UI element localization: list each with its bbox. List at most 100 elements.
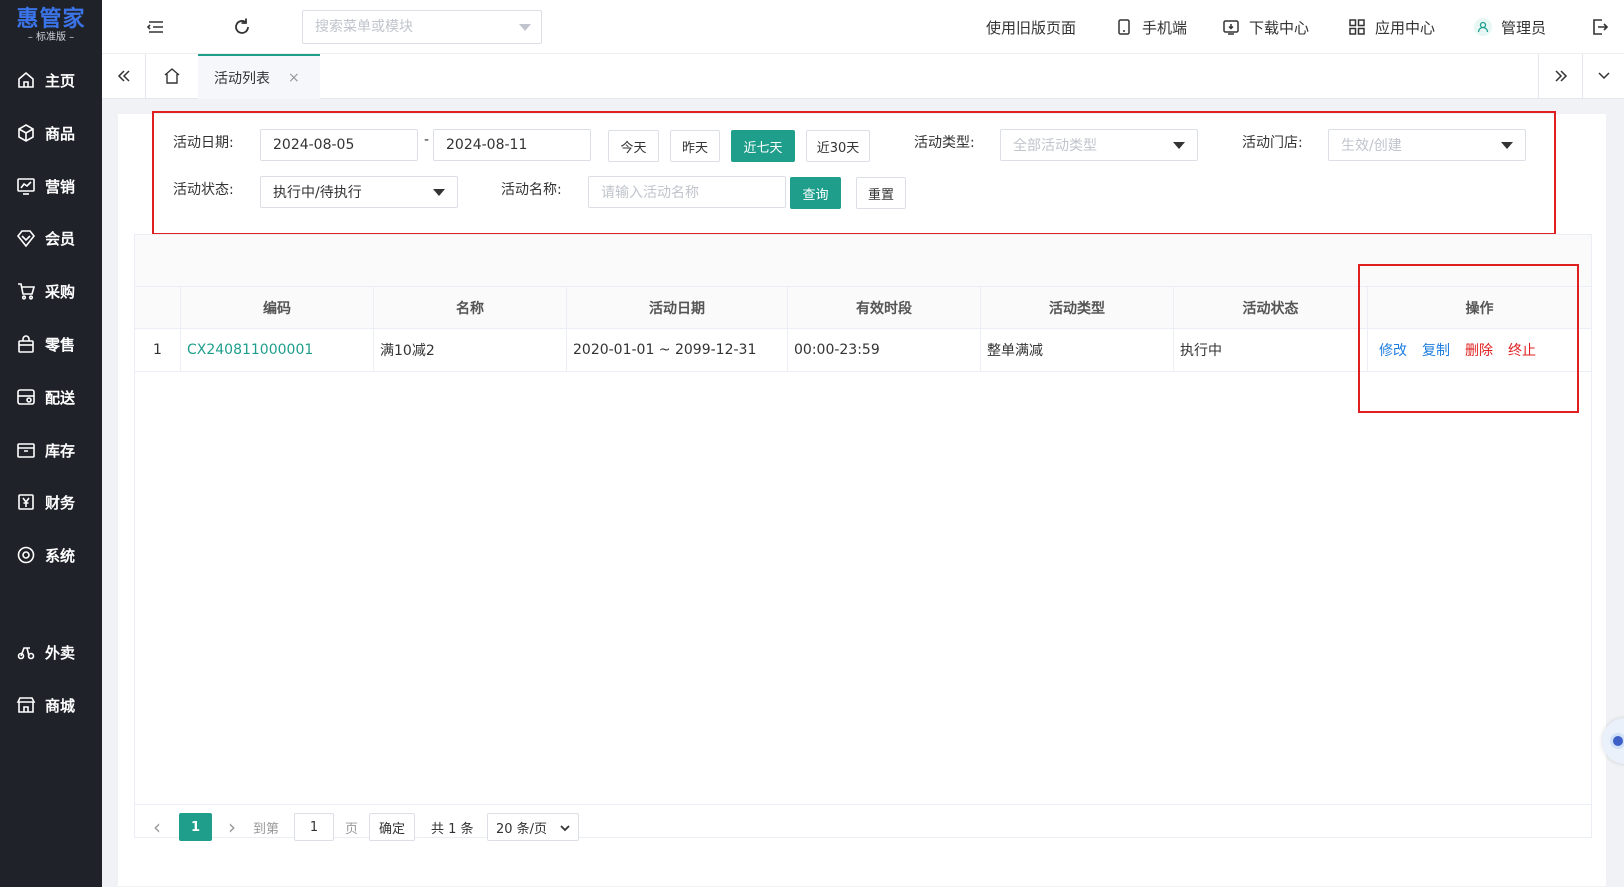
page-unit-label: 页: [345, 821, 359, 837]
column-header-code: 编码: [181, 287, 374, 329]
activity-store-value: 生效/创建: [1341, 138, 1402, 154]
page-size-select[interactable]: 20 条/页: [487, 813, 579, 841]
sidebar-item-label: 配送: [45, 388, 76, 407]
tab-scroll-left-button[interactable]: [102, 54, 146, 98]
activity-status-value: 执行中/待执行: [273, 185, 362, 201]
activity-type-value: 全部活动类型: [1013, 138, 1097, 154]
row-code-cell: CX240811000001: [181, 329, 374, 371]
row-status: 执行中: [1174, 329, 1368, 371]
app-center-link[interactable]: 应用中心: [1348, 0, 1435, 54]
sidebar-item-finance[interactable]: 财务: [0, 482, 102, 522]
logo[interactable]: 惠管家 – 标准版 –: [0, 0, 102, 52]
row-index: 1: [135, 329, 181, 371]
box-icon: [18, 124, 34, 142]
user-menu[interactable]: 管理员: [1474, 0, 1546, 54]
sidebar-item-delivery[interactable]: 配送: [0, 377, 102, 417]
goto-page-input[interactable]: 1: [294, 813, 334, 841]
menu-search-input[interactable]: [303, 11, 503, 43]
next-page-button[interactable]: ›: [224, 813, 240, 841]
column-header-status: 活动状态: [1174, 287, 1368, 329]
status-label: 活动状态:: [173, 182, 234, 198]
chevron-down-icon: [433, 189, 445, 196]
edit-link[interactable]: 修改: [1379, 340, 1407, 360]
truck-icon: [17, 389, 35, 405]
menu-search[interactable]: [302, 10, 542, 44]
activity-table: 编码 名称 活动日期 有效时段 活动类型 活动状态 操作 1 CX2408110…: [134, 234, 1592, 841]
phone-icon: [1118, 19, 1130, 35]
prev-page-button[interactable]: ‹: [149, 813, 165, 841]
activity-store-select[interactable]: 生效/创建: [1328, 129, 1526, 161]
yesterday-button[interactable]: 昨天: [670, 130, 720, 162]
column-header-date: 活动日期: [567, 287, 788, 329]
bag-icon: [18, 335, 34, 353]
copy-link[interactable]: 复制: [1422, 340, 1450, 360]
menu-collapse-icon[interactable]: [145, 16, 167, 38]
settings-icon: [17, 546, 35, 564]
close-icon[interactable]: ×: [288, 70, 300, 86]
tab-scroll-right-button[interactable]: [1538, 54, 1582, 98]
sidebar-item-label: 商品: [45, 124, 76, 143]
page-1-button[interactable]: 1: [179, 813, 212, 841]
old-version-link[interactable]: 使用旧版页面: [986, 0, 1076, 54]
store-icon: [16, 697, 36, 713]
row-actions: 修改 复制 删除 终止: [1368, 329, 1591, 371]
double-chevron-right-icon: [1554, 70, 1567, 82]
refresh-icon[interactable]: [231, 16, 253, 38]
yen-icon: [18, 494, 34, 510]
sidebar-item-label: 营销: [45, 177, 76, 196]
row-period: 00:00-23:59: [788, 329, 981, 371]
sidebar-item-takeout[interactable]: 外卖: [0, 632, 102, 672]
sidebar-item-member[interactable]: 会员: [0, 218, 102, 258]
sidebar-item-inventory[interactable]: 库存: [0, 430, 102, 470]
logout-icon[interactable]: [1590, 17, 1610, 37]
goto-label: 到第: [253, 821, 280, 837]
top-bar: 使用旧版页面 手机端 下载中心 应用中心 管理员: [102, 0, 1624, 54]
sidebar-item-retail[interactable]: 零售: [0, 324, 102, 364]
chevron-down-icon: [1597, 72, 1610, 80]
sidebar-item-label: 外卖: [45, 643, 76, 662]
mobile-link[interactable]: 手机端: [1115, 0, 1187, 54]
activity-name-input[interactable]: 请输入活动名称: [588, 176, 786, 208]
activity-status-select[interactable]: 执行中/待执行: [260, 176, 458, 208]
date-start-input[interactable]: 2024-08-05: [260, 129, 418, 161]
diamond-icon: [16, 230, 36, 248]
sidebar-item-label: 会员: [45, 229, 76, 248]
activity-type-select[interactable]: 全部活动类型: [1000, 129, 1198, 161]
row-type: 整单满减: [981, 329, 1174, 371]
search-button[interactable]: 查询: [790, 177, 841, 209]
sidebar-item-marketing[interactable]: 营销: [0, 166, 102, 206]
tab-activity-list[interactable]: 活动列表 ×: [198, 54, 320, 99]
date-label: 活动日期:: [173, 135, 234, 151]
last-7-days-button[interactable]: 近七天: [731, 130, 795, 162]
scooter-icon: [17, 647, 35, 660]
date-end-input[interactable]: 2024-08-11: [433, 129, 591, 161]
stop-link[interactable]: 终止: [1508, 340, 1536, 360]
sidebar-item-mall[interactable]: 商城: [0, 685, 102, 725]
sidebar-item-label: 主页: [45, 71, 76, 90]
table-row: 1 CX240811000001 满10减2 2020-01-01 ~ 2099…: [135, 329, 1591, 372]
tab-label: 活动列表: [214, 70, 270, 87]
last-30-days-button[interactable]: 近30天: [806, 130, 870, 162]
column-header-type: 活动类型: [981, 287, 1174, 329]
name-label: 活动名称:: [501, 182, 562, 198]
sidebar-item-goods[interactable]: 商品: [0, 113, 102, 153]
sidebar-item-label: 库存: [45, 441, 76, 460]
sidebar-item-purchase[interactable]: 采购: [0, 271, 102, 311]
goto-confirm-button[interactable]: 确定: [369, 813, 415, 841]
sidebar-item-system[interactable]: 系统: [0, 535, 102, 575]
row-name: 满10减2: [374, 329, 567, 371]
chart-icon: [17, 178, 35, 195]
activity-code-link[interactable]: CX240811000001: [187, 342, 313, 358]
sidebar-item-home[interactable]: 主页: [0, 60, 102, 100]
tab-menu-dropdown[interactable]: [1582, 54, 1624, 98]
download-icon: [1223, 20, 1239, 35]
download-center-link[interactable]: 下载中心: [1222, 0, 1309, 54]
row-date: 2020-01-01 ~ 2099-12-31: [567, 329, 788, 371]
reset-button[interactable]: 重置: [856, 177, 906, 209]
brand-name: 惠管家: [16, 7, 86, 32]
table-header: 编码 名称 活动日期 有效时段 活动类型 活动状态 操作: [135, 287, 1591, 329]
delete-link[interactable]: 删除: [1465, 340, 1493, 360]
tab-home[interactable]: [146, 54, 198, 98]
today-button[interactable]: 今天: [608, 130, 659, 162]
chevron-down-icon: [519, 24, 531, 31]
